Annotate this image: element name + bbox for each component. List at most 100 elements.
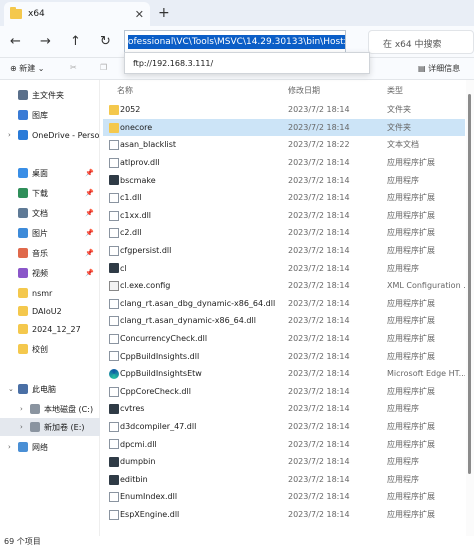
sidebar-item[interactable]: 文档 📌 xyxy=(0,204,100,222)
file-row[interactable]: dumpbin 2023/7/2 18:14 应用程序 xyxy=(103,453,465,471)
pin-icon[interactable]: 📌 xyxy=(85,209,94,217)
file-type: 应用程序扩展 xyxy=(387,228,435,238)
sidebar-item[interactable]: › 本地磁盘 (C:) xyxy=(0,400,100,418)
file-row[interactable]: c1xx.dll 2023/7/2 18:14 应用程序扩展 xyxy=(103,207,465,225)
download-icon xyxy=(18,188,28,198)
sidebar-item[interactable]: 图库 xyxy=(0,106,100,124)
file-type: 应用程序扩展 xyxy=(387,386,435,396)
column-type[interactable]: 类型 xyxy=(387,85,403,96)
application-icon xyxy=(109,457,119,467)
file-row[interactable]: asan_blacklist 2023/7/2 18:22 文本文档 xyxy=(103,136,465,154)
drive-icon xyxy=(30,404,40,414)
chevron-icon[interactable]: ⌄ xyxy=(8,385,18,393)
forward-button[interactable]: → xyxy=(40,34,51,49)
pin-icon[interactable]: 📌 xyxy=(85,189,94,197)
file-row[interactable]: CppCoreCheck.dll 2023/7/2 18:14 应用程序扩展 xyxy=(103,383,465,401)
folder-icon xyxy=(18,344,28,354)
file-type: 应用程序扩展 xyxy=(387,298,435,308)
chevron-icon[interactable]: › xyxy=(8,131,18,139)
file-row[interactable]: EnumIndex.dll 2023/7/2 18:14 应用程序扩展 xyxy=(103,488,465,506)
file-row[interactable]: dpcmi.dll 2023/7/2 18:14 应用程序扩展 xyxy=(103,435,465,453)
sidebar-item-label: 本地磁盘 (C:) xyxy=(44,404,94,414)
pin-icon[interactable]: 📌 xyxy=(85,169,94,177)
application-icon xyxy=(109,404,119,415)
tab-x64[interactable]: x64 ✕ xyxy=(4,2,150,26)
gallery-icon xyxy=(18,110,28,120)
scrollbar[interactable] xyxy=(466,80,474,536)
file-row[interactable]: EspXEngine.dll 2023/7/2 18:14 应用程序扩展 xyxy=(103,506,465,524)
chevron-icon[interactable]: › xyxy=(20,405,30,413)
details-button[interactable]: ▤ 详细信息 xyxy=(418,63,460,74)
refresh-button[interactable]: ↻ xyxy=(100,34,111,49)
file-row[interactable]: atlprov.dll 2023/7/2 18:14 应用程序扩展 xyxy=(103,154,465,172)
file-type: 应用程序扩展 xyxy=(387,439,435,449)
file-row[interactable]: cvtres 2023/7/2 18:14 应用程序 xyxy=(103,400,465,418)
file-type: 文本文档 xyxy=(387,140,419,150)
pin-icon[interactable]: 📌 xyxy=(85,249,94,257)
file-row[interactable]: c1.dll 2023/7/2 18:14 应用程序扩展 xyxy=(103,189,465,207)
sidebar-item[interactable]: ⌄ 此电脑 xyxy=(0,380,100,398)
column-name[interactable]: 名称 xyxy=(117,85,133,96)
navigation-pane: 主文件夹图库 › OneDrive - Persor 桌面 📌 下载 📌 文档 📌 图片 📌 音乐 📌 视… xyxy=(0,80,100,536)
file-row[interactable]: cl 2023/7/2 18:14 应用程序 xyxy=(103,259,465,277)
video-icon xyxy=(18,268,28,278)
file-row[interactable]: clang_rt.asan_dbg_dynamic-x86_64.dll 2023… xyxy=(103,295,465,313)
file-row[interactable]: bscmake 2023/7/2 18:14 应用程序 xyxy=(103,171,465,189)
sidebar-item[interactable]: 视频 📌 xyxy=(0,264,100,282)
sidebar-item[interactable]: 2024_12_27 xyxy=(0,320,100,338)
file-name: dumpbin xyxy=(120,457,156,467)
sidebar-item[interactable]: › OneDrive - Persor xyxy=(0,126,100,144)
application-icon xyxy=(109,474,119,485)
file-row[interactable]: clang_rt.asan_dynamic-x86_64.dll 2023/7/2… xyxy=(103,312,465,330)
copy-icon[interactable]: ❐ xyxy=(100,63,107,72)
pc-icon xyxy=(18,384,28,394)
file-row[interactable]: CppBuildInsightsEtw 2023/7/2 18:14 Microso… xyxy=(103,365,465,383)
pin-icon[interactable]: 📌 xyxy=(85,269,94,277)
file-row[interactable]: cl.exe.config 2023/7/2 18:14 XML Configura… xyxy=(103,277,465,295)
music-icon xyxy=(18,248,28,258)
file-row[interactable]: c2.dll 2023/7/2 18:14 应用程序扩展 xyxy=(103,224,465,242)
sidebar-item[interactable]: DAIoU2 xyxy=(0,302,100,320)
sidebar-item-label: 网络 xyxy=(32,442,48,452)
new-tab-button[interactable]: + xyxy=(158,5,170,21)
file-icon xyxy=(109,333,119,344)
cut-icon[interactable]: ✂ xyxy=(70,63,77,72)
file-row[interactable]: d3dcompiler_47.dll 2023/7/2 18:14 应用程序扩展 xyxy=(103,418,465,436)
file-row[interactable]: onecore 2023/7/2 18:14 文件夹 xyxy=(103,118,465,137)
scroll-thumb[interactable] xyxy=(468,94,471,474)
address-suggestion[interactable]: ftp://192.168.3.111/ xyxy=(124,52,370,74)
sidebar-item[interactable]: 桌面 📌 xyxy=(0,164,100,182)
file-row[interactable]: editbin 2023/7/2 18:14 应用程序 xyxy=(103,471,465,489)
file-row[interactable]: cfgpersist.dll 2023/7/2 18:14 应用程序扩展 xyxy=(103,242,465,260)
file-date: 2023/7/2 18:14 xyxy=(288,316,350,326)
file-date: 2023/7/2 18:14 xyxy=(288,369,350,379)
sidebar-item[interactable]: nsmr xyxy=(0,284,100,302)
file-date: 2023/7/2 18:14 xyxy=(288,228,350,238)
file-row[interactable]: 2052 2023/7/2 18:14 文件夹 xyxy=(103,101,465,119)
file-date: 2023/7/2 18:14 xyxy=(288,422,350,432)
sidebar-item[interactable]: › 网络 xyxy=(0,438,100,456)
sidebar-item[interactable]: › 新加卷 (E:) xyxy=(0,418,100,436)
chevron-icon[interactable]: › xyxy=(8,443,18,451)
file-row[interactable]: CppBuildInsights.dll 2023/7/2 18:14 应用程序扩展 xyxy=(103,347,465,365)
address-input[interactable]: ofessional\VC\Tools\MSVC\14.29.30133\bin… xyxy=(124,30,346,54)
up-button[interactable]: ↑ xyxy=(70,34,81,49)
tab-close-icon[interactable]: ✕ xyxy=(135,8,144,21)
pin-icon[interactable]: 📌 xyxy=(85,229,94,237)
file-type: 应用程序 xyxy=(387,474,419,484)
file-row[interactable]: ConcurrencyCheck.dll 2023/7/2 18:14 应用程序扩展 xyxy=(103,330,465,348)
new-button[interactable]: ⊕ 新建 ⌄ xyxy=(10,63,45,74)
sidebar-item[interactable]: 主文件夹 xyxy=(0,86,100,104)
back-button[interactable]: ← xyxy=(10,34,21,49)
file-icon xyxy=(109,509,119,520)
sidebar-item-label: 此电脑 xyxy=(32,384,56,394)
search-input[interactable]: 在 x64 中搜索 xyxy=(368,30,474,54)
file-name: dpcmi.dll xyxy=(120,439,157,449)
file-date: 2023/7/2 18:14 xyxy=(288,158,350,168)
chevron-icon[interactable]: › xyxy=(20,423,30,431)
sidebar-item[interactable]: 校创 xyxy=(0,340,100,358)
sidebar-item[interactable]: 图片 📌 xyxy=(0,224,100,242)
column-date[interactable]: 修改日期 xyxy=(288,85,320,96)
sidebar-item[interactable]: 音乐 📌 xyxy=(0,244,100,262)
sidebar-item[interactable]: 下载 📌 xyxy=(0,184,100,202)
